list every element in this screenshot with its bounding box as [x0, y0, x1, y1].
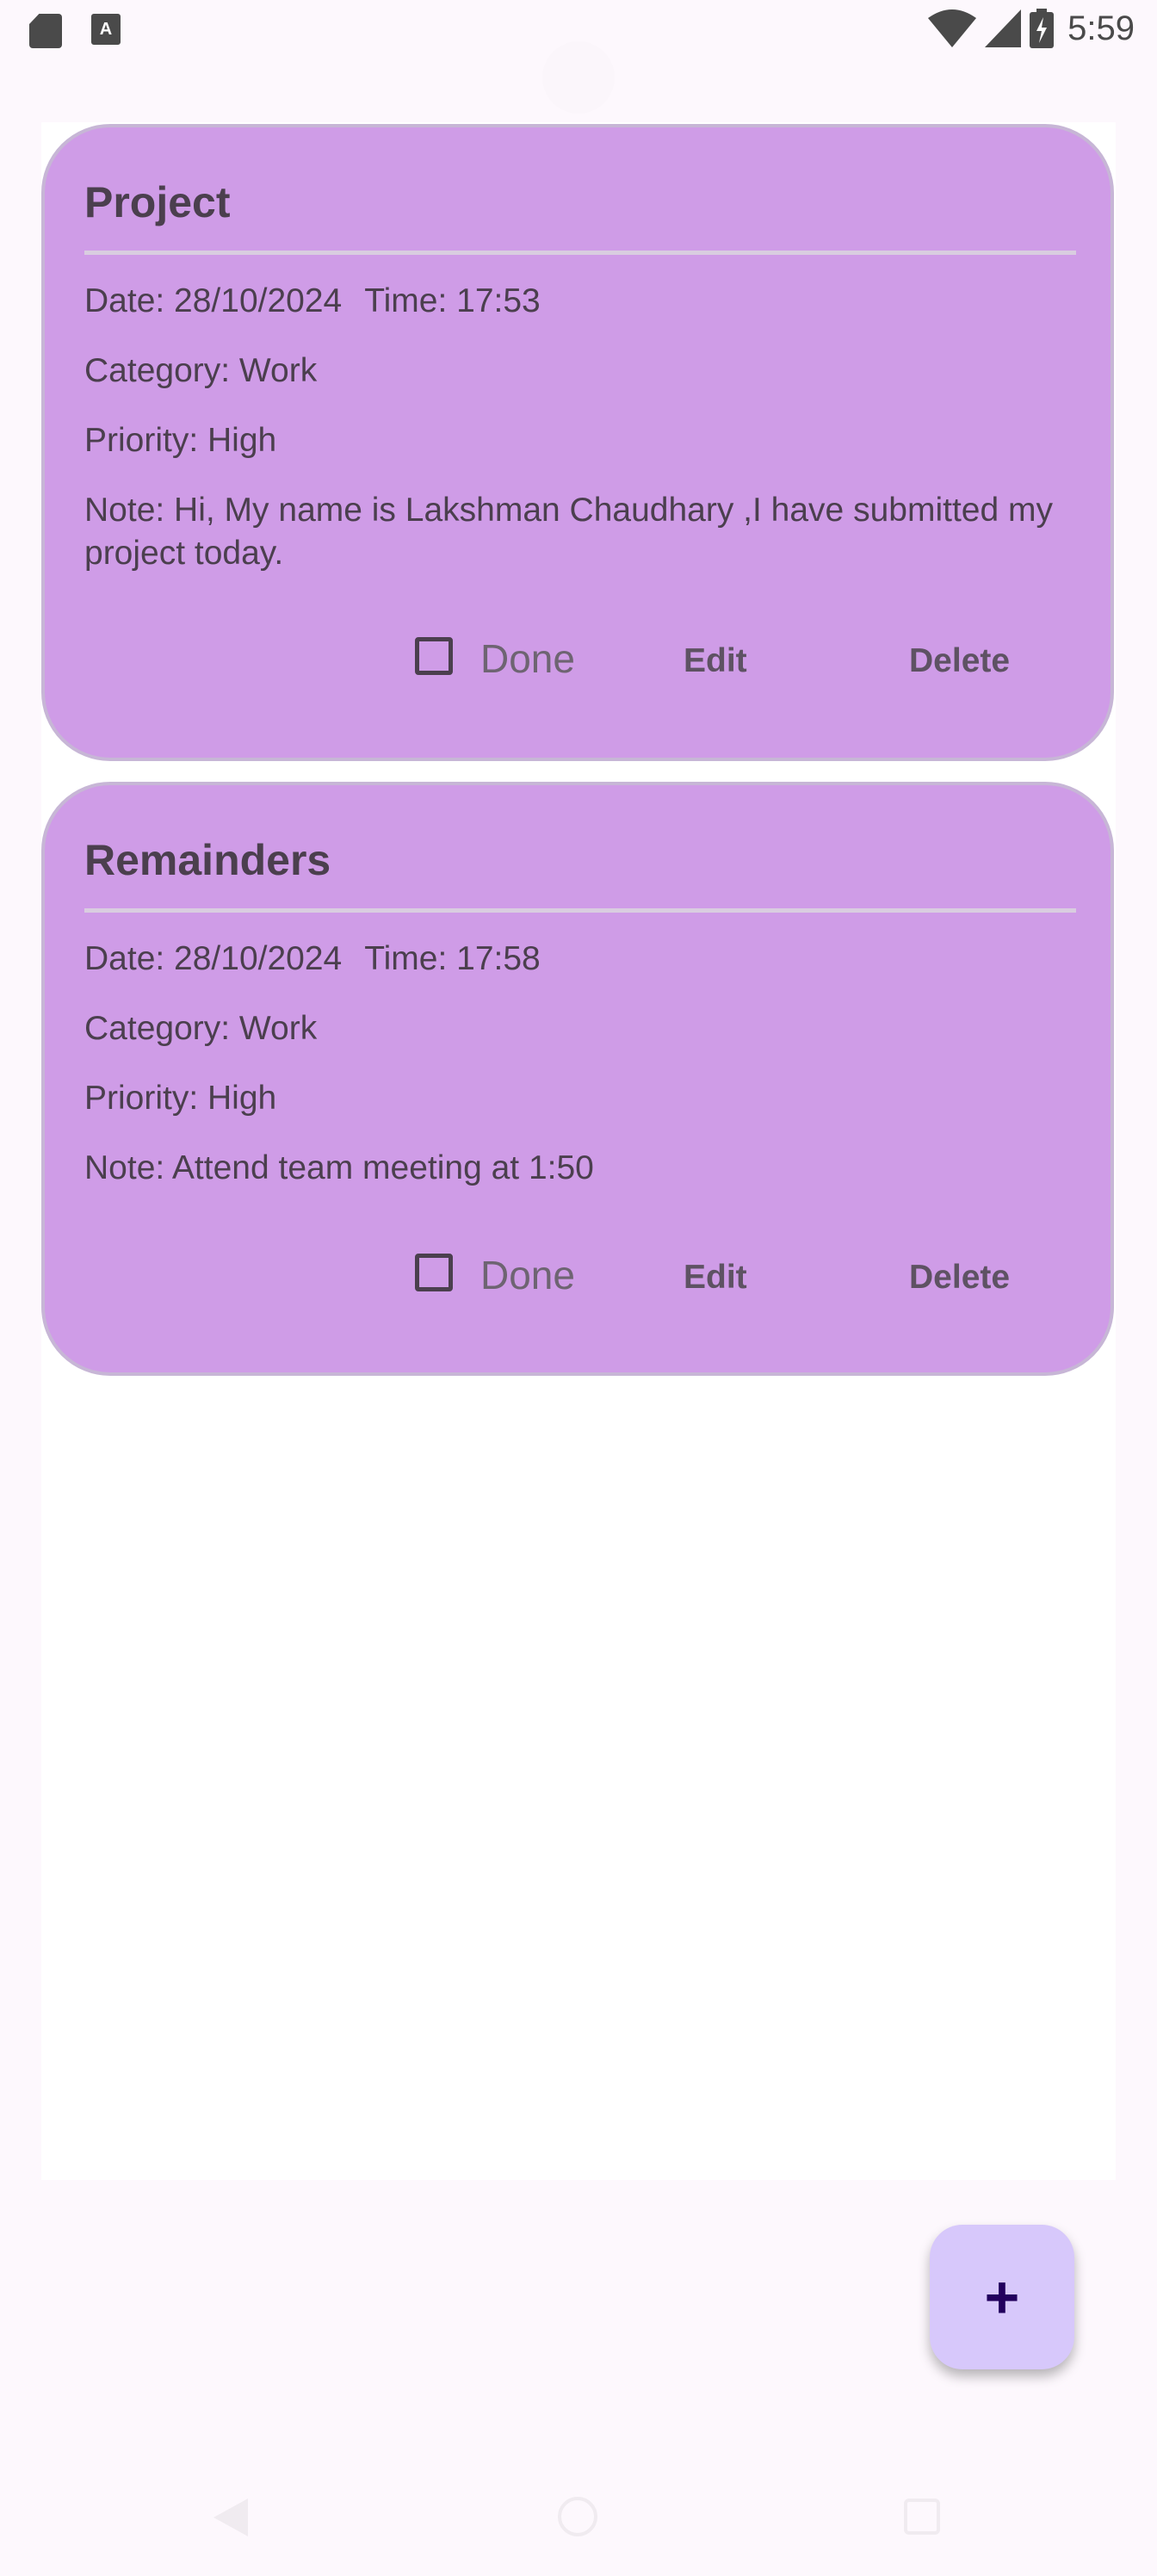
note-title: Project [84, 178, 231, 226]
note-priority: Priority: High [84, 1080, 277, 1117]
note-time: Time: 17:53 [364, 282, 541, 319]
note-time: Time: 17:58 [364, 940, 541, 977]
note-category: Category: Work [84, 352, 318, 389]
done-checkbox[interactable] [415, 637, 453, 675]
plus-icon: + [984, 2263, 1020, 2331]
navigation-bar [0, 2480, 1157, 2576]
back-icon[interactable] [213, 2499, 248, 2536]
note-category: Category: Work [84, 1010, 318, 1047]
note-date: Date: 28/10/2024 [84, 940, 343, 977]
delete-button[interactable]: Delete [909, 1259, 1010, 1297]
title-divider [84, 908, 1076, 913]
recents-icon[interactable] [904, 2499, 940, 2535]
done-label[interactable]: Done [480, 1252, 575, 1298]
edit-button[interactable]: Edit [684, 642, 747, 680]
text-a-icon: A [91, 14, 121, 45]
title-divider [84, 251, 1076, 255]
sd-card-icon [29, 14, 62, 48]
done-label[interactable]: Done [480, 635, 575, 682]
note-text: Note: Hi, My name is Lakshman Chaudhary … [84, 492, 1053, 572]
note-title: Remainders [84, 836, 331, 884]
battery-charging-icon [1030, 9, 1055, 48]
note-card[interactable]: Remainders Date: 28/10/2024 Time: 17:58 C… [41, 782, 1114, 1376]
note-card[interactable]: Project Date: 28/10/2024 Time: 17:53 Cate… [41, 124, 1114, 761]
note-priority: Priority: High [84, 422, 277, 459]
note-date-time: Date: 28/10/2024 Time: 17:58 [84, 940, 541, 978]
edit-button[interactable]: Edit [684, 1259, 747, 1297]
note-date-time: Date: 28/10/2024 Time: 17:53 [84, 282, 541, 320]
done-checkbox[interactable] [415, 1254, 453, 1291]
camera-cutout [542, 41, 615, 114]
signal-icon [985, 9, 1022, 47]
add-note-button[interactable]: + [930, 2225, 1074, 2369]
wifi-icon [928, 9, 977, 47]
delete-button[interactable]: Delete [909, 642, 1010, 680]
home-icon[interactable] [558, 2497, 597, 2536]
note-text: Note: Attend team meeting at 1:50 [84, 1149, 594, 1186]
note-date: Date: 28/10/2024 [84, 282, 343, 319]
status-time: 5:59 [1067, 9, 1135, 47]
